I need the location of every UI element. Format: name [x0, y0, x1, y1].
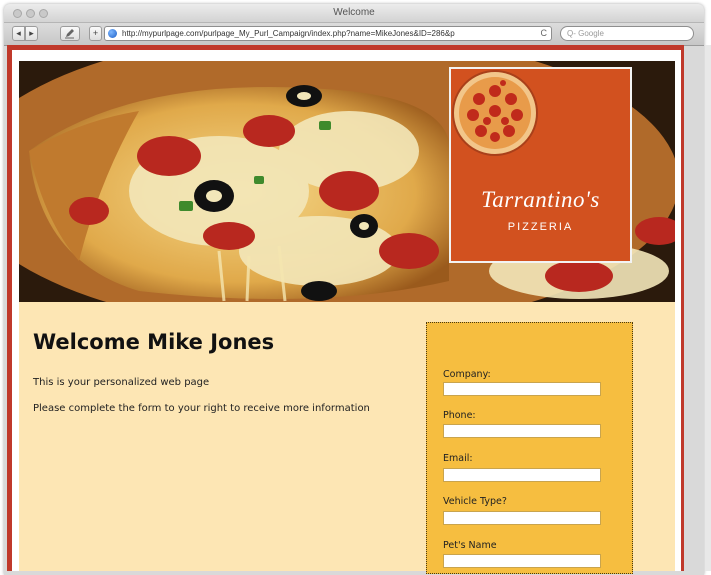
address-text: http://mypurlpage.com/purlpage_My_Purl_C…	[122, 29, 455, 38]
brand-name: Tarrantino's	[481, 187, 600, 212]
edit-bookmarks-button[interactable]	[60, 26, 80, 41]
welcome-section: Welcome Mike Jones This is your personal…	[19, 302, 675, 574]
title-bar: Welcome	[4, 4, 704, 23]
email-label: Email:	[443, 453, 473, 464]
company-label: Company:	[443, 369, 491, 380]
pet-name-label: Pet's Name	[443, 540, 497, 551]
search-placeholder: Q- Google	[567, 29, 604, 38]
window-title: Welcome	[333, 7, 375, 18]
pizza-logo-icon	[452, 70, 538, 156]
forward-arrow-icon: ▸	[29, 28, 34, 38]
pizzeria-logo: Tarrantino's PIZZERIA	[449, 67, 632, 263]
plus-icon: +	[92, 28, 99, 38]
brand-subtitle: PIZZERIA	[507, 221, 574, 233]
phone-label: Phone:	[443, 410, 476, 421]
vehicle-type-label: Vehicle Type?	[443, 496, 507, 507]
instructions-text: Please complete the form to your right t…	[33, 403, 370, 414]
pet-name-input[interactable]	[443, 554, 601, 568]
add-bookmark-button[interactable]: +	[89, 26, 102, 41]
globe-icon	[108, 29, 117, 38]
email-input[interactable]	[443, 468, 601, 482]
browser-toolbar: ◂ ▸ + http://mypurlpage.com/purlpage_My_…	[4, 23, 704, 46]
intro-text: This is your personalized web page	[33, 377, 210, 388]
forward-button[interactable]: ▸	[25, 26, 38, 41]
pizza-banner: Tarrantino's PIZZERIA	[19, 61, 675, 302]
reload-icon[interactable]: C	[541, 27, 548, 40]
search-field[interactable]: Q- Google	[560, 26, 694, 41]
web-viewport: Tarrantino's PIZZERIA Welcome Mike Jones…	[7, 45, 684, 574]
company-input[interactable]	[443, 382, 601, 396]
phone-input[interactable]	[443, 424, 601, 438]
info-form: Company: Phone: Email: Vehicle Type? Pet…	[426, 322, 633, 574]
vehicle-type-input[interactable]	[443, 511, 601, 525]
window-scrollbar[interactable]	[705, 45, 711, 571]
web-page: Tarrantino's PIZZERIA Welcome Mike Jones…	[12, 50, 681, 574]
address-bar[interactable]: http://mypurlpage.com/purlpage_My_Purl_C…	[104, 26, 552, 41]
back-arrow-icon: ◂	[16, 28, 21, 38]
back-button[interactable]: ◂	[12, 26, 25, 41]
page-title: Welcome Mike Jones	[33, 330, 275, 354]
pencil-icon	[65, 29, 74, 39]
